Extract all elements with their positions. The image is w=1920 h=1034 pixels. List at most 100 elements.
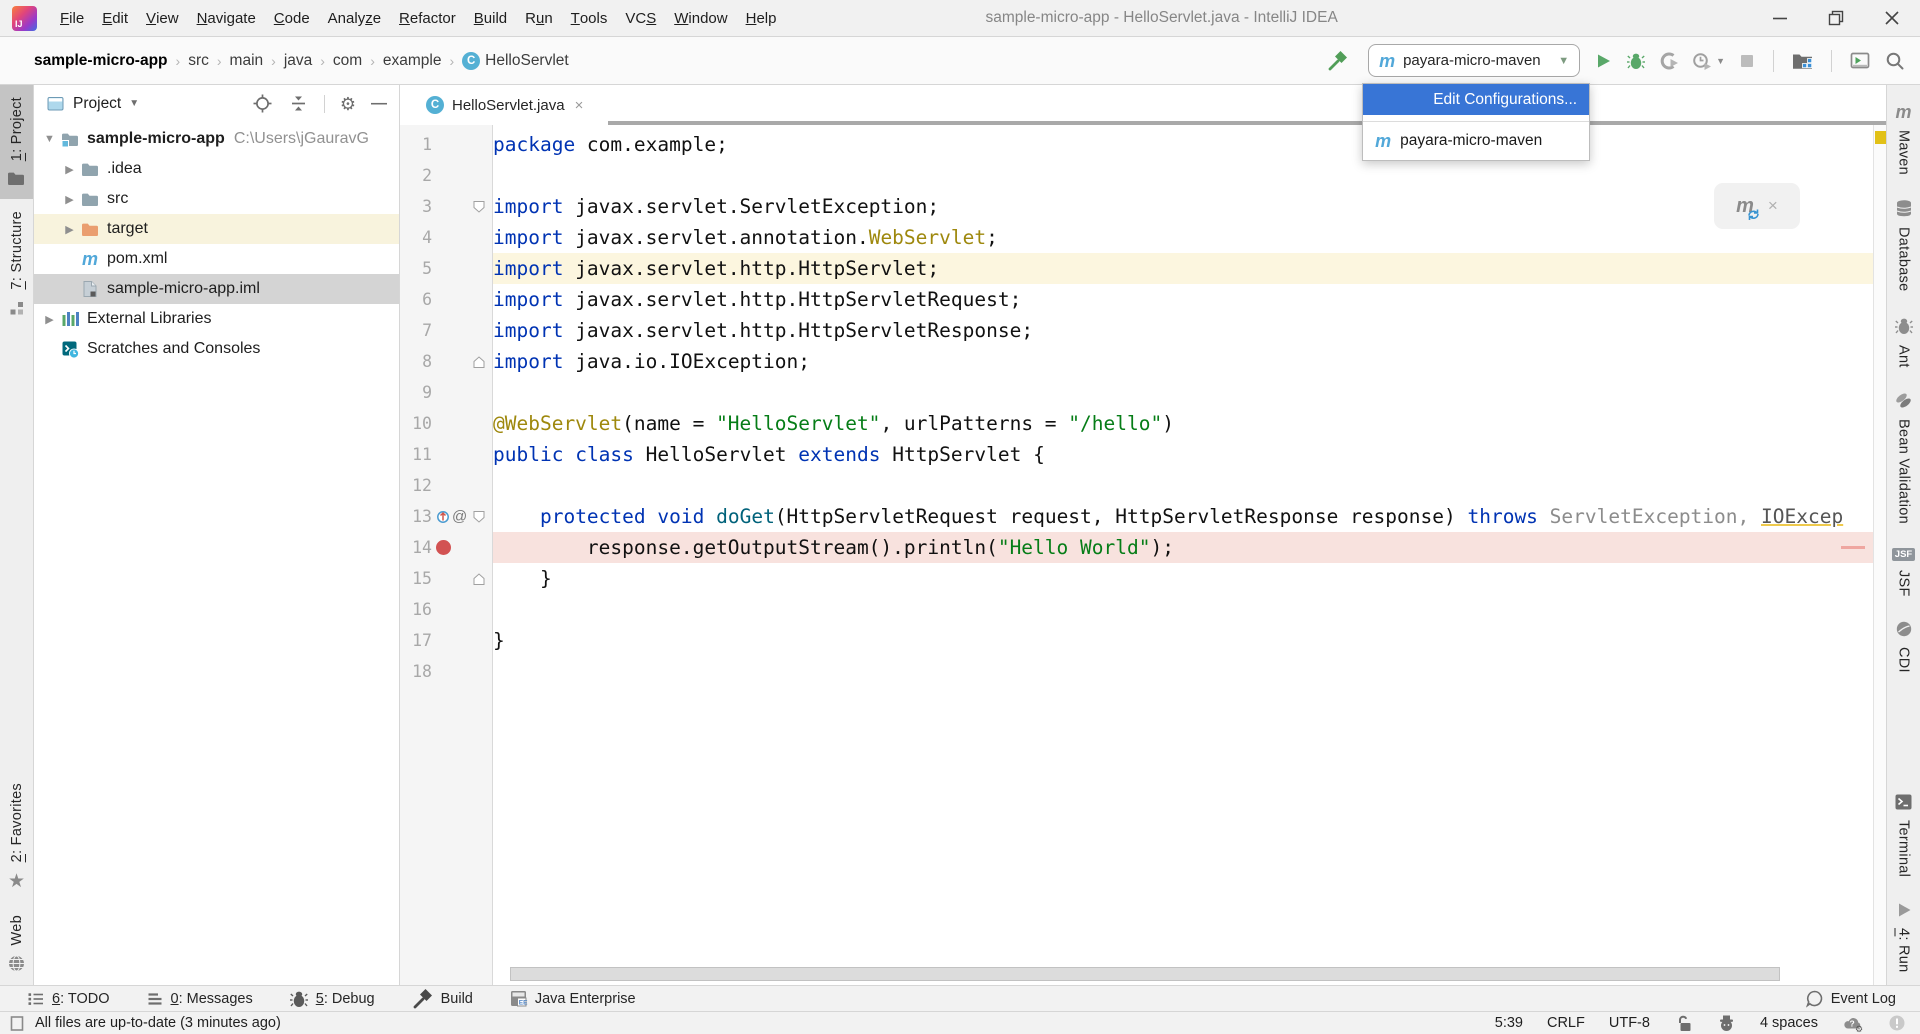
tree-row-target[interactable]: ▶target bbox=[34, 214, 399, 244]
code-text[interactable]: } bbox=[493, 625, 1873, 656]
project-structure-button[interactable] bbox=[1791, 50, 1814, 71]
bottom-tab-debug[interactable]: 5: Debug bbox=[289, 989, 375, 1009]
restore-button[interactable] bbox=[1808, 0, 1864, 36]
hide-panel-button[interactable]: — bbox=[371, 96, 387, 112]
gutter-line-3[interactable]: 3 bbox=[400, 191, 493, 222]
tree-row-pom-xml[interactable]: mpom.xml bbox=[34, 244, 399, 274]
status-write-access[interactable] bbox=[1674, 1014, 1693, 1033]
gutter-line-2[interactable]: 2 bbox=[400, 160, 493, 191]
gutter-line-1[interactable]: 1 bbox=[400, 129, 493, 160]
maven-sync-icon[interactable]: m bbox=[1736, 195, 1754, 218]
code-text[interactable]: package com.example; bbox=[493, 129, 1873, 160]
search-everywhere-button[interactable] bbox=[1884, 50, 1906, 72]
chevron-down-icon[interactable]: ▼ bbox=[129, 98, 139, 109]
popup-close-icon[interactable]: × bbox=[1768, 196, 1778, 216]
tree-row-src[interactable]: ▶src bbox=[34, 184, 399, 214]
tab-helloservlet[interactable]: C HelloServlet.java × bbox=[414, 85, 595, 125]
code-text[interactable]: import javax.servlet.http.HttpServletReq… bbox=[493, 284, 1873, 315]
margin-toggle-icon[interactable] bbox=[10, 1015, 25, 1032]
gutter-line-11[interactable]: 11 bbox=[400, 439, 493, 470]
gutter-line-6[interactable]: 6 bbox=[400, 284, 493, 315]
menu-refactor[interactable]: Refactor bbox=[390, 0, 465, 36]
code-text[interactable]: import javax.servlet.annotation.WebServl… bbox=[493, 222, 1873, 253]
code-text[interactable]: public class HelloServlet extends HttpSe… bbox=[493, 439, 1873, 470]
tool-strip-tab-terminal[interactable]: Terminal bbox=[1887, 781, 1920, 889]
menu-help[interactable]: Help bbox=[737, 0, 786, 36]
gutter-line-9[interactable]: 9 bbox=[400, 377, 493, 408]
gutter-line-4[interactable]: 4 bbox=[400, 222, 493, 253]
menu-view[interactable]: View bbox=[137, 0, 188, 36]
tool-strip-tab-database[interactable]: Database bbox=[1887, 187, 1920, 303]
code-text[interactable] bbox=[493, 377, 1873, 408]
gutter-line-12[interactable]: 12 bbox=[400, 470, 493, 501]
gutter-line-7[interactable]: 7 bbox=[400, 315, 493, 346]
tree-row-sample-micro-app-iml[interactable]: sample-micro-app.iml bbox=[34, 274, 399, 304]
tree-row-scratches-and-consoles[interactable]: Scratches and Consoles bbox=[34, 334, 399, 364]
code-text[interactable]: protected void doGet(HttpServletRequest … bbox=[493, 501, 1873, 532]
minimize-button[interactable] bbox=[1752, 0, 1808, 36]
fold-open-icon[interactable] bbox=[472, 200, 486, 214]
breadcrumb-item-helloservlet[interactable]: CHelloServlet bbox=[462, 52, 569, 70]
status-indent-style[interactable]: 4 spaces bbox=[1760, 1015, 1818, 1031]
profiler-button[interactable]: ▼ bbox=[1692, 51, 1725, 71]
gutter-line-18[interactable]: 18 bbox=[400, 656, 493, 687]
code-text[interactable] bbox=[493, 594, 1873, 625]
expand-arrow-icon[interactable]: ▶ bbox=[40, 313, 59, 326]
expand-arrow-icon[interactable]: ▶ bbox=[60, 163, 79, 176]
stop-button[interactable] bbox=[1738, 52, 1756, 70]
tree-row-idea[interactable]: ▶.idea bbox=[34, 154, 399, 184]
breadcrumb-item-src[interactable]: src bbox=[188, 52, 209, 70]
menu-code[interactable]: Code bbox=[265, 0, 319, 36]
status-file-encoding[interactable]: UTF-8 bbox=[1609, 1015, 1650, 1031]
bottom-tab-java-enterprise[interactable]: EEJava Enterprise bbox=[509, 989, 636, 1008]
gutter-line-13[interactable]: 13@ bbox=[400, 501, 493, 532]
tree-row-external-libraries[interactable]: ▶External Libraries bbox=[34, 304, 399, 334]
gutter-line-14[interactable]: 14 bbox=[400, 532, 493, 563]
status-settings-sync[interactable]: ?⚙ bbox=[1842, 1014, 1864, 1033]
horizontal-scrollbar[interactable] bbox=[510, 967, 1780, 981]
bottom-tab-build[interactable]: Build bbox=[411, 987, 473, 1010]
run-config-combo[interactable]: m payara-micro-maven ▼ bbox=[1368, 44, 1580, 77]
collapse-all-button[interactable] bbox=[288, 93, 309, 114]
tool-strip-tab-run[interactable]: 4: Run bbox=[1887, 889, 1920, 985]
tool-strip-tab-ant[interactable]: Ant bbox=[1887, 304, 1920, 380]
run-tool-window-button[interactable] bbox=[1849, 50, 1871, 71]
gutter-line-10[interactable]: 10 bbox=[400, 408, 493, 439]
breakpoint-icon[interactable] bbox=[436, 540, 451, 555]
tool-strip-tab-maven[interactable]: mMaven bbox=[1887, 91, 1920, 187]
gutter-line-17[interactable]: 17 bbox=[400, 625, 493, 656]
code-editor[interactable]: 1package com.example;23import javax.serv… bbox=[400, 125, 1886, 985]
status-highlighting-level[interactable] bbox=[1717, 1014, 1736, 1033]
gutter-line-8[interactable]: 8 bbox=[400, 346, 493, 377]
breadcrumb-item-example[interactable]: example bbox=[383, 52, 442, 70]
dropdown-item-edit-configurations[interactable]: Edit Configurations... bbox=[1363, 84, 1589, 115]
fold-close-icon[interactable] bbox=[472, 355, 486, 369]
code-text[interactable] bbox=[493, 160, 1873, 191]
warning-mark[interactable] bbox=[1875, 131, 1886, 144]
status-notifications[interactable] bbox=[1888, 1014, 1906, 1032]
settings-gear-button[interactable]: ⚙ bbox=[340, 95, 356, 113]
code-text[interactable]: response.getOutputStream().println("Hell… bbox=[493, 532, 1873, 563]
tool-strip-tab-project[interactable]: 1: Project bbox=[0, 85, 33, 199]
menu-run[interactable]: Run bbox=[516, 0, 562, 36]
menu-edit[interactable]: Edit bbox=[93, 0, 137, 36]
code-text[interactable] bbox=[493, 470, 1873, 501]
menu-file[interactable]: File bbox=[51, 0, 93, 36]
gutter-line-16[interactable]: 16 bbox=[400, 594, 493, 625]
event-log-button[interactable]: Event Log bbox=[1805, 989, 1896, 1008]
breadcrumb-item-main[interactable]: main bbox=[230, 52, 264, 70]
fold-close-icon[interactable] bbox=[472, 572, 486, 586]
tool-strip-tab-structure[interactable]: 7: Structure bbox=[0, 199, 33, 329]
gutter-line-5[interactable]: 5 bbox=[400, 253, 493, 284]
code-text[interactable] bbox=[493, 656, 1873, 687]
debug-button[interactable] bbox=[1626, 51, 1646, 71]
run-with-coverage-button[interactable] bbox=[1659, 51, 1679, 71]
gutter-line-15[interactable]: 15 bbox=[400, 563, 493, 594]
close-button[interactable] bbox=[1864, 0, 1920, 36]
menu-analyze[interactable]: Analyze bbox=[319, 0, 390, 36]
tab-close-icon[interactable]: × bbox=[575, 97, 584, 114]
menu-vcs[interactable]: VCS bbox=[616, 0, 665, 36]
tool-strip-tab-bean-validation[interactable]: Bean Validation bbox=[1887, 379, 1920, 536]
fold-open-icon[interactable] bbox=[472, 510, 486, 524]
tool-strip-tab-jsf[interactable]: JSFJSF bbox=[1887, 536, 1920, 608]
